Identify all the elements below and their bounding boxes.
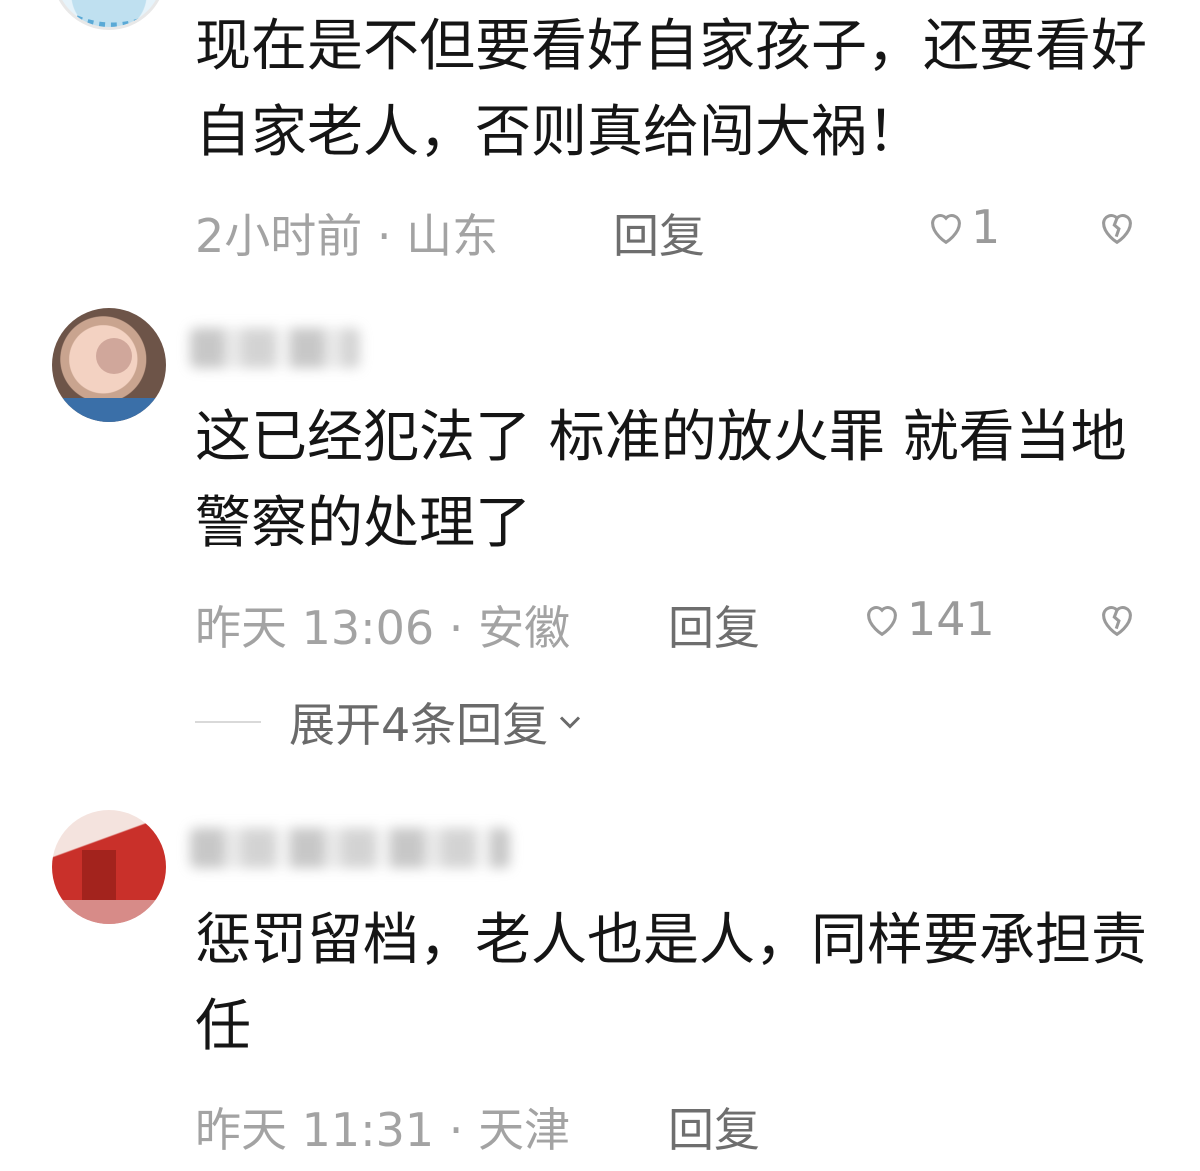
expand-replies-button[interactable]: 展开4条回复: [195, 692, 588, 752]
divider-line: [195, 721, 261, 723]
comment-text: 这已经犯法了 标准的放火罪 就看当地警察的处理了: [195, 405, 1127, 556]
avatar-image: [63, 10, 161, 27]
username-blurred[interactable]: [190, 828, 510, 868]
reply-button[interactable]: 回复: [668, 1094, 760, 1160]
chevron-down-icon: [560, 716, 581, 729]
like-count: 1: [971, 200, 1001, 254]
avatar-image: [52, 338, 166, 422]
broken-heart-icon[interactable]: [1094, 596, 1140, 642]
comment-info: 2小时前 · 山东: [195, 209, 499, 263]
like-count: 141: [907, 592, 995, 646]
heart-outline-icon: [931, 214, 961, 245]
avatar-image: [52, 850, 166, 924]
like-button[interactable]: 1: [923, 200, 1000, 254]
comment-meta: 昨天 13:06 · 安徽 回复 141: [195, 592, 1140, 655]
like-button[interactable]: 141: [859, 592, 995, 646]
comment-info: 昨天 11:31 · 天津: [195, 1103, 571, 1157]
comment-info: 昨天 13:06 · 安徽: [195, 601, 571, 655]
reply-button[interactable]: 回复: [613, 200, 705, 266]
avatar[interactable]: [52, 308, 166, 422]
comment-text: 现在是不但要看好自家孩子，还要看好自家老人，否则真给闯大祸！: [195, 14, 1147, 165]
expand-replies-label: 展开4条回复: [289, 698, 549, 752]
avatar[interactable]: [52, 810, 166, 924]
comment-meta: 2小时前 · 山东 回复 1: [195, 200, 1140, 263]
avatar[interactable]: [52, 0, 166, 30]
reply-button[interactable]: 回复: [668, 592, 760, 658]
comment-meta: 昨天 11:31 · 天津 回复: [195, 1094, 1140, 1157]
broken-heart-icon[interactable]: [1094, 204, 1140, 250]
comment-text: 惩罚留档，老人也是人，同样要承担责任: [195, 908, 1147, 1059]
username-blurred[interactable]: [190, 328, 360, 368]
heart-outline-icon: [867, 606, 897, 637]
